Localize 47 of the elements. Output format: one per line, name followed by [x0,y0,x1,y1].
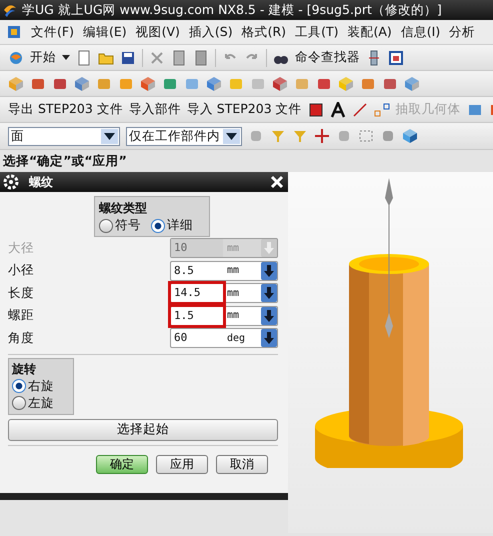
field-label: 小径 [8,262,35,280]
menu-item[interactable]: 文件(F) [31,24,74,40]
caret-icon[interactable] [223,128,240,144]
radio-option[interactable]: 详细 [151,217,193,234]
start-button[interactable]: 开始 [30,49,56,66]
command-finder-button[interactable]: 命令查找器 [295,49,360,66]
type-filter-dropdown[interactable]: 面 [8,126,120,146]
group-label: 旋转 [12,360,37,378]
dialog-button[interactable]: 应用 [156,454,208,474]
page-icon[interactable] [76,50,92,66]
menu-item[interactable]: 分析 [449,24,476,40]
field-label: 螺距 [8,307,35,324]
toolbar-button[interactable]: 导入部件 [128,101,181,118]
field-label: 大径 [8,240,35,257]
line-icon[interactable] [352,102,368,118]
dialog-title: 螺纹 [29,174,54,190]
menu-item[interactable]: 编辑(E) [82,24,127,40]
menu-item[interactable]: 视图(V) [136,24,180,40]
caret-icon[interactable] [101,128,118,144]
menu-item[interactable]: 工具(T) [295,24,338,40]
radio-option[interactable]: 左旋 [12,394,70,412]
field-label: 角度 [8,330,35,347]
menu-item[interactable]: 装配(A) [347,24,392,40]
menu-item[interactable]: 信息(I) [400,24,440,40]
menu-item[interactable]: 格式(R) [242,24,286,40]
save-icon[interactable] [120,50,136,66]
globe-icon[interactable] [8,50,24,66]
close-icon[interactable] [270,175,284,189]
select-start-button[interactable]: 选择起始 [8,418,278,440]
toolbar-button[interactable]: 导入 STEP203 文件 [186,101,302,118]
crosshair-icon[interactable] [314,128,330,144]
window-icon[interactable] [388,50,404,66]
settings-icon[interactable] [3,174,19,190]
radio-option[interactable]: 右旋 [12,378,70,394]
group-label: 螺纹类型 [99,200,148,217]
scope-dropdown[interactable]: 仅在工作部件内 [126,126,242,146]
field-label: 长度 [8,284,35,302]
radio-option[interactable]: 符号 [99,217,141,234]
dialog-button[interactable]: 确定 [96,454,148,474]
menu-item[interactable]: 插入(S) [188,24,233,40]
window-title: 学UG 就上UG网 www.9sug.com NX8.5 - 建模 - [9sug5.prt（修改的）] [22,2,442,18]
caret-icon[interactable] [62,55,70,60]
toolbar-button[interactable]: 导出 STEP203 文件 [8,101,123,118]
rectangle-icon[interactable] [358,128,374,144]
points-icon[interactable] [374,102,390,118]
text-tool-icon[interactable] [330,102,346,118]
dialog-button[interactable]: 取消 [216,454,268,474]
